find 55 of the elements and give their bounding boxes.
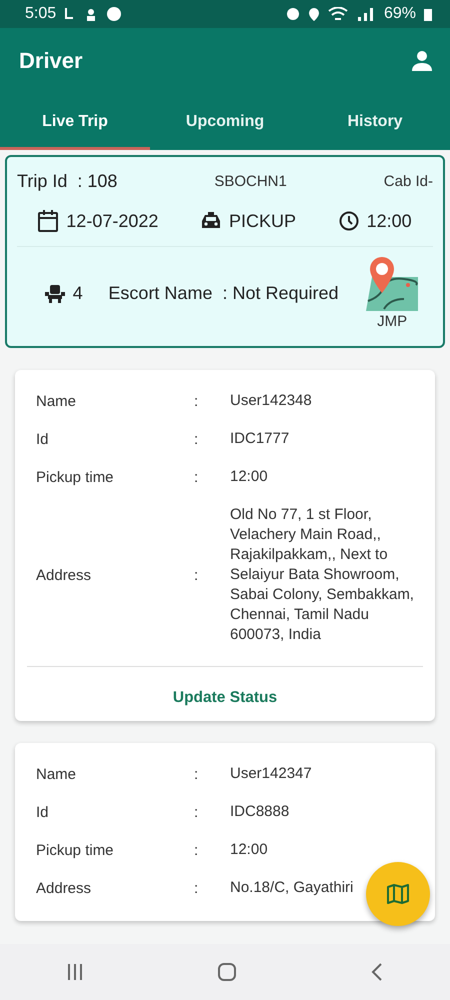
field-label: Address	[36, 880, 92, 896]
home-icon[interactable]	[216, 962, 237, 982]
app-title: Driver	[19, 48, 83, 74]
map-pin-icon	[364, 257, 420, 311]
field-label: Address	[36, 566, 92, 584]
field-separator: :	[194, 392, 200, 410]
seat-count: 4	[72, 283, 83, 304]
trip-type: PICKUP	[228, 210, 296, 232]
battery-icon	[424, 7, 432, 21]
field-separator: :	[194, 566, 200, 584]
field-separator: :	[194, 430, 200, 448]
field-separator: :	[194, 468, 200, 486]
field-separator: :	[194, 766, 200, 782]
profile-icon[interactable]	[410, 49, 434, 73]
update-status-button[interactable]: Update Status	[27, 666, 423, 707]
map-button[interactable]: JMP	[364, 257, 420, 330]
status-time: 5:05	[25, 5, 56, 23]
clock-icon	[338, 211, 359, 231]
field-separator: :	[194, 804, 200, 820]
field-value: 12:00	[230, 840, 268, 860]
field-label: Name	[36, 392, 78, 410]
field-value: IDC8888	[230, 802, 290, 822]
taxi-icon	[200, 212, 221, 230]
field-value: User142348	[230, 391, 312, 411]
field-value: User142347	[230, 764, 312, 784]
back-icon[interactable]	[370, 962, 384, 982]
trip-time: 12:00	[366, 210, 412, 232]
trip-id: Trip Id : 108	[17, 171, 118, 192]
calendar-icon	[38, 210, 58, 232]
tab[interactable]: Upcoming	[150, 94, 300, 150]
field-value: 12:00	[230, 467, 268, 487]
field-value: IDC1777	[230, 429, 290, 449]
battery-level: 69%	[384, 5, 416, 23]
field-label: Id	[36, 430, 50, 448]
tab[interactable]: History	[300, 94, 450, 150]
field-label: Id	[36, 804, 50, 820]
wifi-icon	[328, 7, 348, 21]
field-label: Pickup time	[36, 468, 115, 486]
field-value: No.18/C, Gayathiri	[230, 878, 354, 898]
field-label: Pickup time	[36, 842, 115, 858]
field-separator: :	[194, 842, 200, 858]
field-separator: :	[194, 880, 200, 896]
location-icon	[308, 6, 320, 22]
field-value: Old No 77, 1 st Floor, Velachery Main Road,, Rajakilpakkam,, Next to Selaiyur Bata Showroom, Sabai Colony, Sembakkam, Chennai, Tamil Nadu 600073, India	[230, 505, 414, 645]
route-code: SBOCHN1	[214, 173, 287, 190]
field-label: Name	[36, 766, 78, 782]
map-icon	[387, 884, 409, 904]
cab-id: Cab Id-	[384, 173, 433, 190]
escort-name: Escort Name : Not Required	[108, 283, 339, 304]
signal-icon	[356, 7, 376, 21]
map-label: JMP	[377, 313, 408, 330]
trip-date: 12-07-2022	[66, 210, 158, 232]
seat-icon	[44, 284, 65, 302]
tab[interactable]: Live Trip	[0, 94, 150, 150]
recent-apps-icon[interactable]	[66, 963, 84, 981]
